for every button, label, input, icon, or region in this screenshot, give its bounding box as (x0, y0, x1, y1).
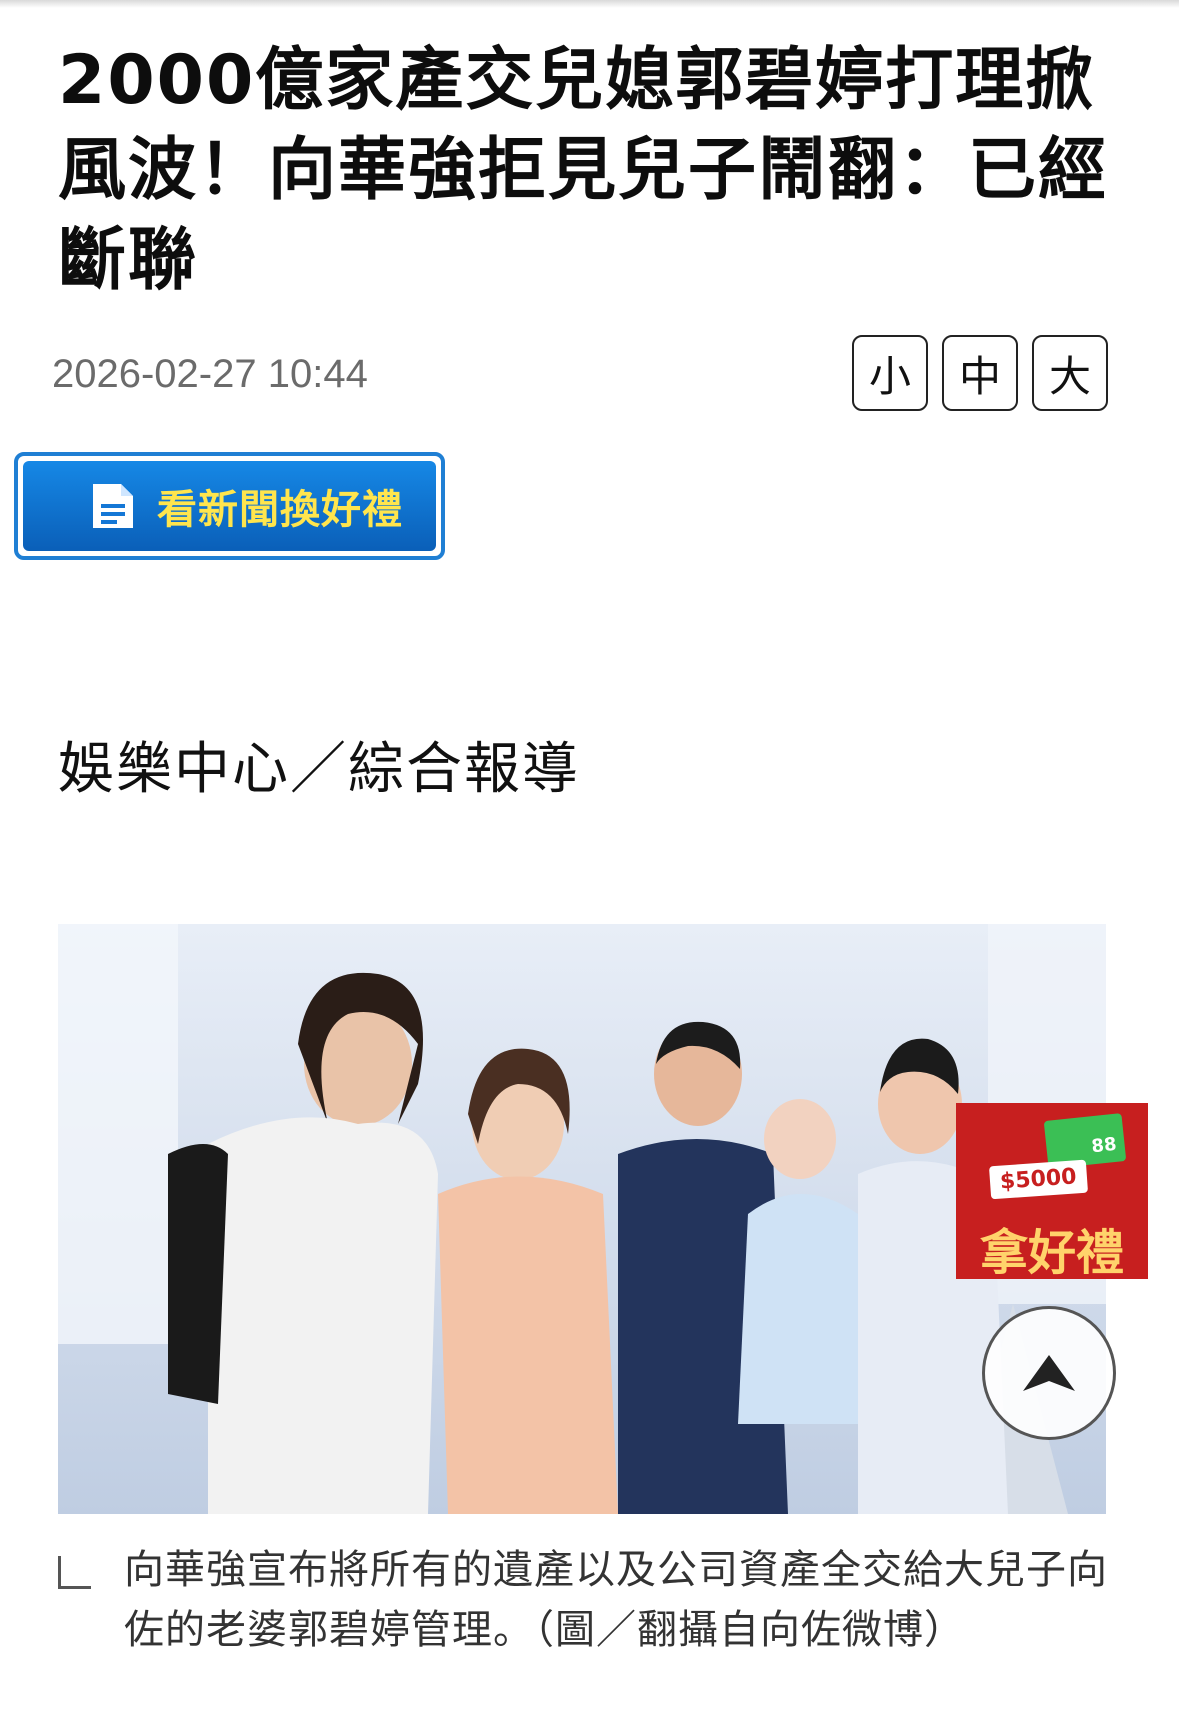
font-size-controls: 小 中 大 (852, 335, 1108, 411)
ad-label: 拿好禮 (979, 1225, 1124, 1279)
family-photo-illustration (58, 924, 1106, 1514)
news-reward-button[interactable]: 看新聞換好禮 (14, 452, 445, 560)
article-byline: 娛樂中心／綜合報導 (58, 737, 580, 802)
font-size-small-button[interactable]: 小 (852, 335, 928, 411)
floating-reward-ad[interactable]: 88 $5000 拿好禮 (956, 1103, 1148, 1279)
article-title: 2000億家產交兒媳郭碧婷打理掀風波！向華強拒見兒子鬧翻：已經斷聯 (58, 41, 1109, 300)
publish-time: 2026-02-27 10:44 (52, 352, 368, 396)
arrow-up-icon (1023, 1355, 1075, 1391)
ad-card-text: 88 (1090, 1133, 1118, 1158)
news-reward-label: 看新聞換好禮 (157, 487, 403, 533)
document-icon (93, 484, 133, 528)
ad-amount: $5000 (988, 1159, 1088, 1200)
top-divider (0, 0, 1179, 8)
scroll-to-top-button[interactable] (982, 1306, 1116, 1440)
news-reward-button-body: 看新聞換好禮 (23, 461, 436, 551)
article-photo (58, 924, 1106, 1514)
caption-corner-icon (58, 1556, 91, 1589)
font-size-large-button[interactable]: 大 (1032, 335, 1108, 411)
font-size-medium-button[interactable]: 中 (942, 335, 1018, 411)
photo-caption: 向華強宣布將所有的遺產以及公司資產全交給大兒子向佐的老婆郭碧婷管理。（圖／翻攝自… (124, 1547, 1108, 1653)
